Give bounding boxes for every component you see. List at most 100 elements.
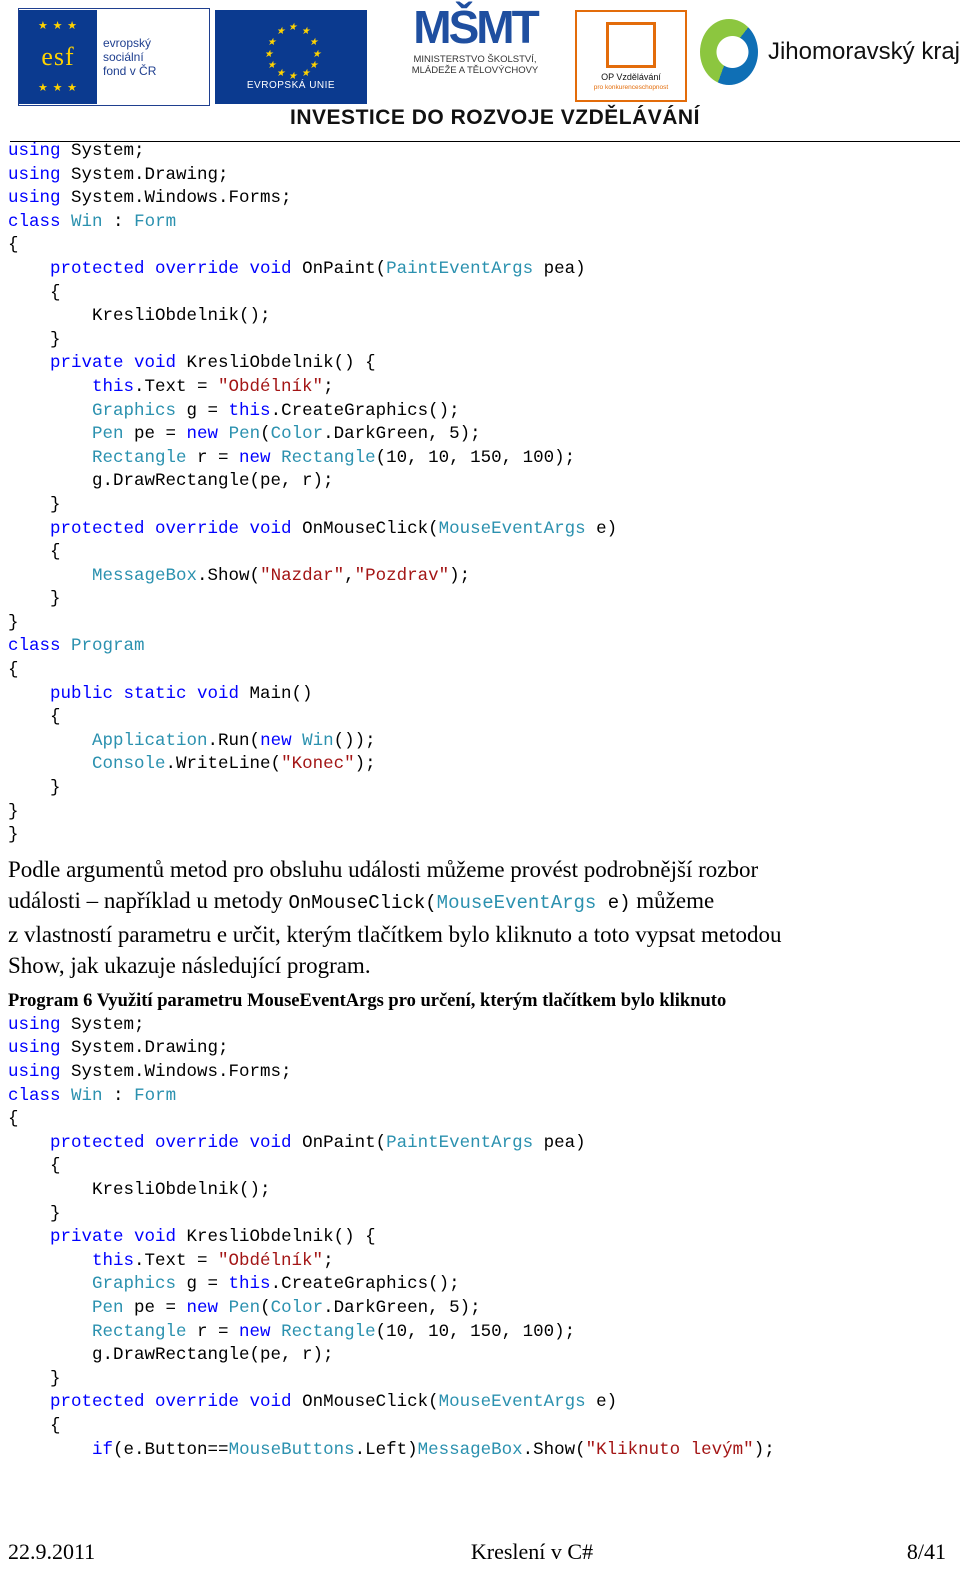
code-first-line: g.DrawRectangle(pe, r); xyxy=(8,470,960,494)
code-token: using xyxy=(8,188,61,209)
code-token: { xyxy=(8,707,61,728)
code-token: this xyxy=(228,1274,271,1295)
code-second-line: this.Text = "Obdélník"; xyxy=(8,1250,960,1274)
code-second-line: Graphics g = this.CreateGraphics(); xyxy=(8,1273,960,1297)
header-divider xyxy=(10,141,960,142)
code-token: : xyxy=(102,211,135,232)
document-page: ★ ★ ★ esf ★ ★ ★ evropský sociální fond v… xyxy=(0,0,960,1571)
code-second-line: Pen pe = new Pen(Color.DarkGreen, 5); xyxy=(8,1297,960,1321)
code-second-line: using System.Windows.Forms; xyxy=(8,1061,960,1085)
code-token: e) xyxy=(585,518,618,539)
code-token: Win xyxy=(302,730,334,751)
code-token: Graphics xyxy=(92,400,177,421)
inline-code-arg: e) xyxy=(596,891,631,914)
paragraph-line-1: Podle argumentů metod pro obsluhu událos… xyxy=(8,856,759,882)
code-token: Pen xyxy=(92,1297,124,1318)
code-token: MessageBox xyxy=(92,565,198,586)
code-token: PaintEventArgs xyxy=(386,1132,534,1153)
code-token: "Konec" xyxy=(281,754,355,775)
code-token: (10, 10, 150, 100); xyxy=(375,447,576,468)
code-token: new xyxy=(186,1297,219,1318)
code-token: MessageBox xyxy=(417,1439,523,1460)
code-second-line: { xyxy=(8,1155,960,1179)
code-second-line: using System.Drawing; xyxy=(8,1037,960,1061)
jmk-swirl-icon xyxy=(700,19,758,85)
code-token: KresliObdelnik(); xyxy=(8,1179,271,1200)
code-first-line: KresliObdelnik(); xyxy=(8,305,960,329)
code-token: protected override void xyxy=(50,518,292,539)
code-second-line: { xyxy=(8,1415,960,1439)
code-token: protected override void xyxy=(50,1392,292,1413)
code-token: { xyxy=(8,660,19,681)
code-token: KresliObdelnik() { xyxy=(176,1227,376,1248)
code-token: Pen xyxy=(92,424,124,445)
code-token: .Left) xyxy=(354,1439,418,1460)
code-token: .Text = xyxy=(134,1250,219,1271)
code-token: pea) xyxy=(533,258,586,279)
code-first-line: class Win : Form xyxy=(8,211,960,235)
code-first-line: } xyxy=(8,801,960,825)
jihomoravsky-kraj-logo: Jihomoravský kraj xyxy=(700,12,960,92)
code-token: } xyxy=(8,801,19,822)
code-token: Rectangle xyxy=(281,447,376,468)
code-first-line: } xyxy=(8,494,960,518)
code-first-line: { xyxy=(8,706,960,730)
msmt-mark: MŠMT xyxy=(413,1,539,53)
esf-line-2: sociální xyxy=(103,50,144,64)
code-token: Win xyxy=(71,1085,103,1106)
code-token: private void xyxy=(50,353,177,374)
code-token: Main() xyxy=(239,683,313,704)
page-footer: 22.9.2011 Kreslení v C# 8/41 xyxy=(0,1539,960,1565)
msmt-subtitle: MINISTERSTVO ŠKOLSTVÍ, MLÁDEŽE A TĚLOVÝC… xyxy=(380,54,570,76)
inline-code-call: OnMouseClick( xyxy=(288,891,437,914)
code-token: Rectangle xyxy=(92,447,187,468)
code-token: } xyxy=(8,329,61,350)
code-token: Rectangle xyxy=(92,1321,187,1342)
code-second-line: if(e.Button==MouseButtons.Left)MessageBo… xyxy=(8,1439,960,1463)
code-token: KresliObdelnik() { xyxy=(176,353,376,374)
code-token: .DarkGreen, 5); xyxy=(323,1297,481,1318)
code-token: .Run( xyxy=(207,730,261,751)
code-token: if xyxy=(92,1439,114,1460)
code-token: g.DrawRectangle(pe, r); xyxy=(8,1345,334,1366)
eu-star: ★ xyxy=(312,49,321,60)
code-first-line: private void KresliObdelnik() { xyxy=(8,352,960,376)
code-token: } xyxy=(8,612,19,633)
code-token: using xyxy=(8,1062,61,1082)
code-token: (10, 10, 150, 100); xyxy=(375,1321,576,1342)
paragraph-inline-code: OnMouseClick(MouseEventArgs e) xyxy=(288,892,630,914)
code-token: (e.Button== xyxy=(113,1439,229,1460)
code-token: r = xyxy=(186,1321,240,1342)
code-token: OnPaint( xyxy=(291,258,387,279)
code-token: System.Windows.Forms; xyxy=(60,188,292,209)
footer-title: Kreslení v C# xyxy=(470,1539,594,1564)
code-token: "Pozdrav" xyxy=(354,565,450,586)
code-token: Form xyxy=(134,1085,177,1106)
code-first-line: } xyxy=(8,588,960,612)
code-token: pe = xyxy=(123,1297,187,1318)
code-token: ); xyxy=(449,565,471,586)
code-token: e) xyxy=(585,1392,618,1413)
code-token: .Show( xyxy=(522,1439,586,1460)
paragraph-line-4: Show, jak ukazuje následující program. xyxy=(8,952,371,978)
code-token: Rectangle xyxy=(281,1321,376,1342)
code-token: g = xyxy=(176,400,229,421)
code-token: KresliObdelnik(); xyxy=(8,306,271,327)
code-token: ); xyxy=(354,754,376,775)
code-token: "Obdélník" xyxy=(218,376,324,397)
code-first-line: { xyxy=(8,234,960,258)
eu-star: ★ xyxy=(288,71,297,82)
code-token: OnMouseClick( xyxy=(291,518,439,539)
code-token: { xyxy=(8,1156,61,1177)
code-token: pe = xyxy=(123,424,187,445)
